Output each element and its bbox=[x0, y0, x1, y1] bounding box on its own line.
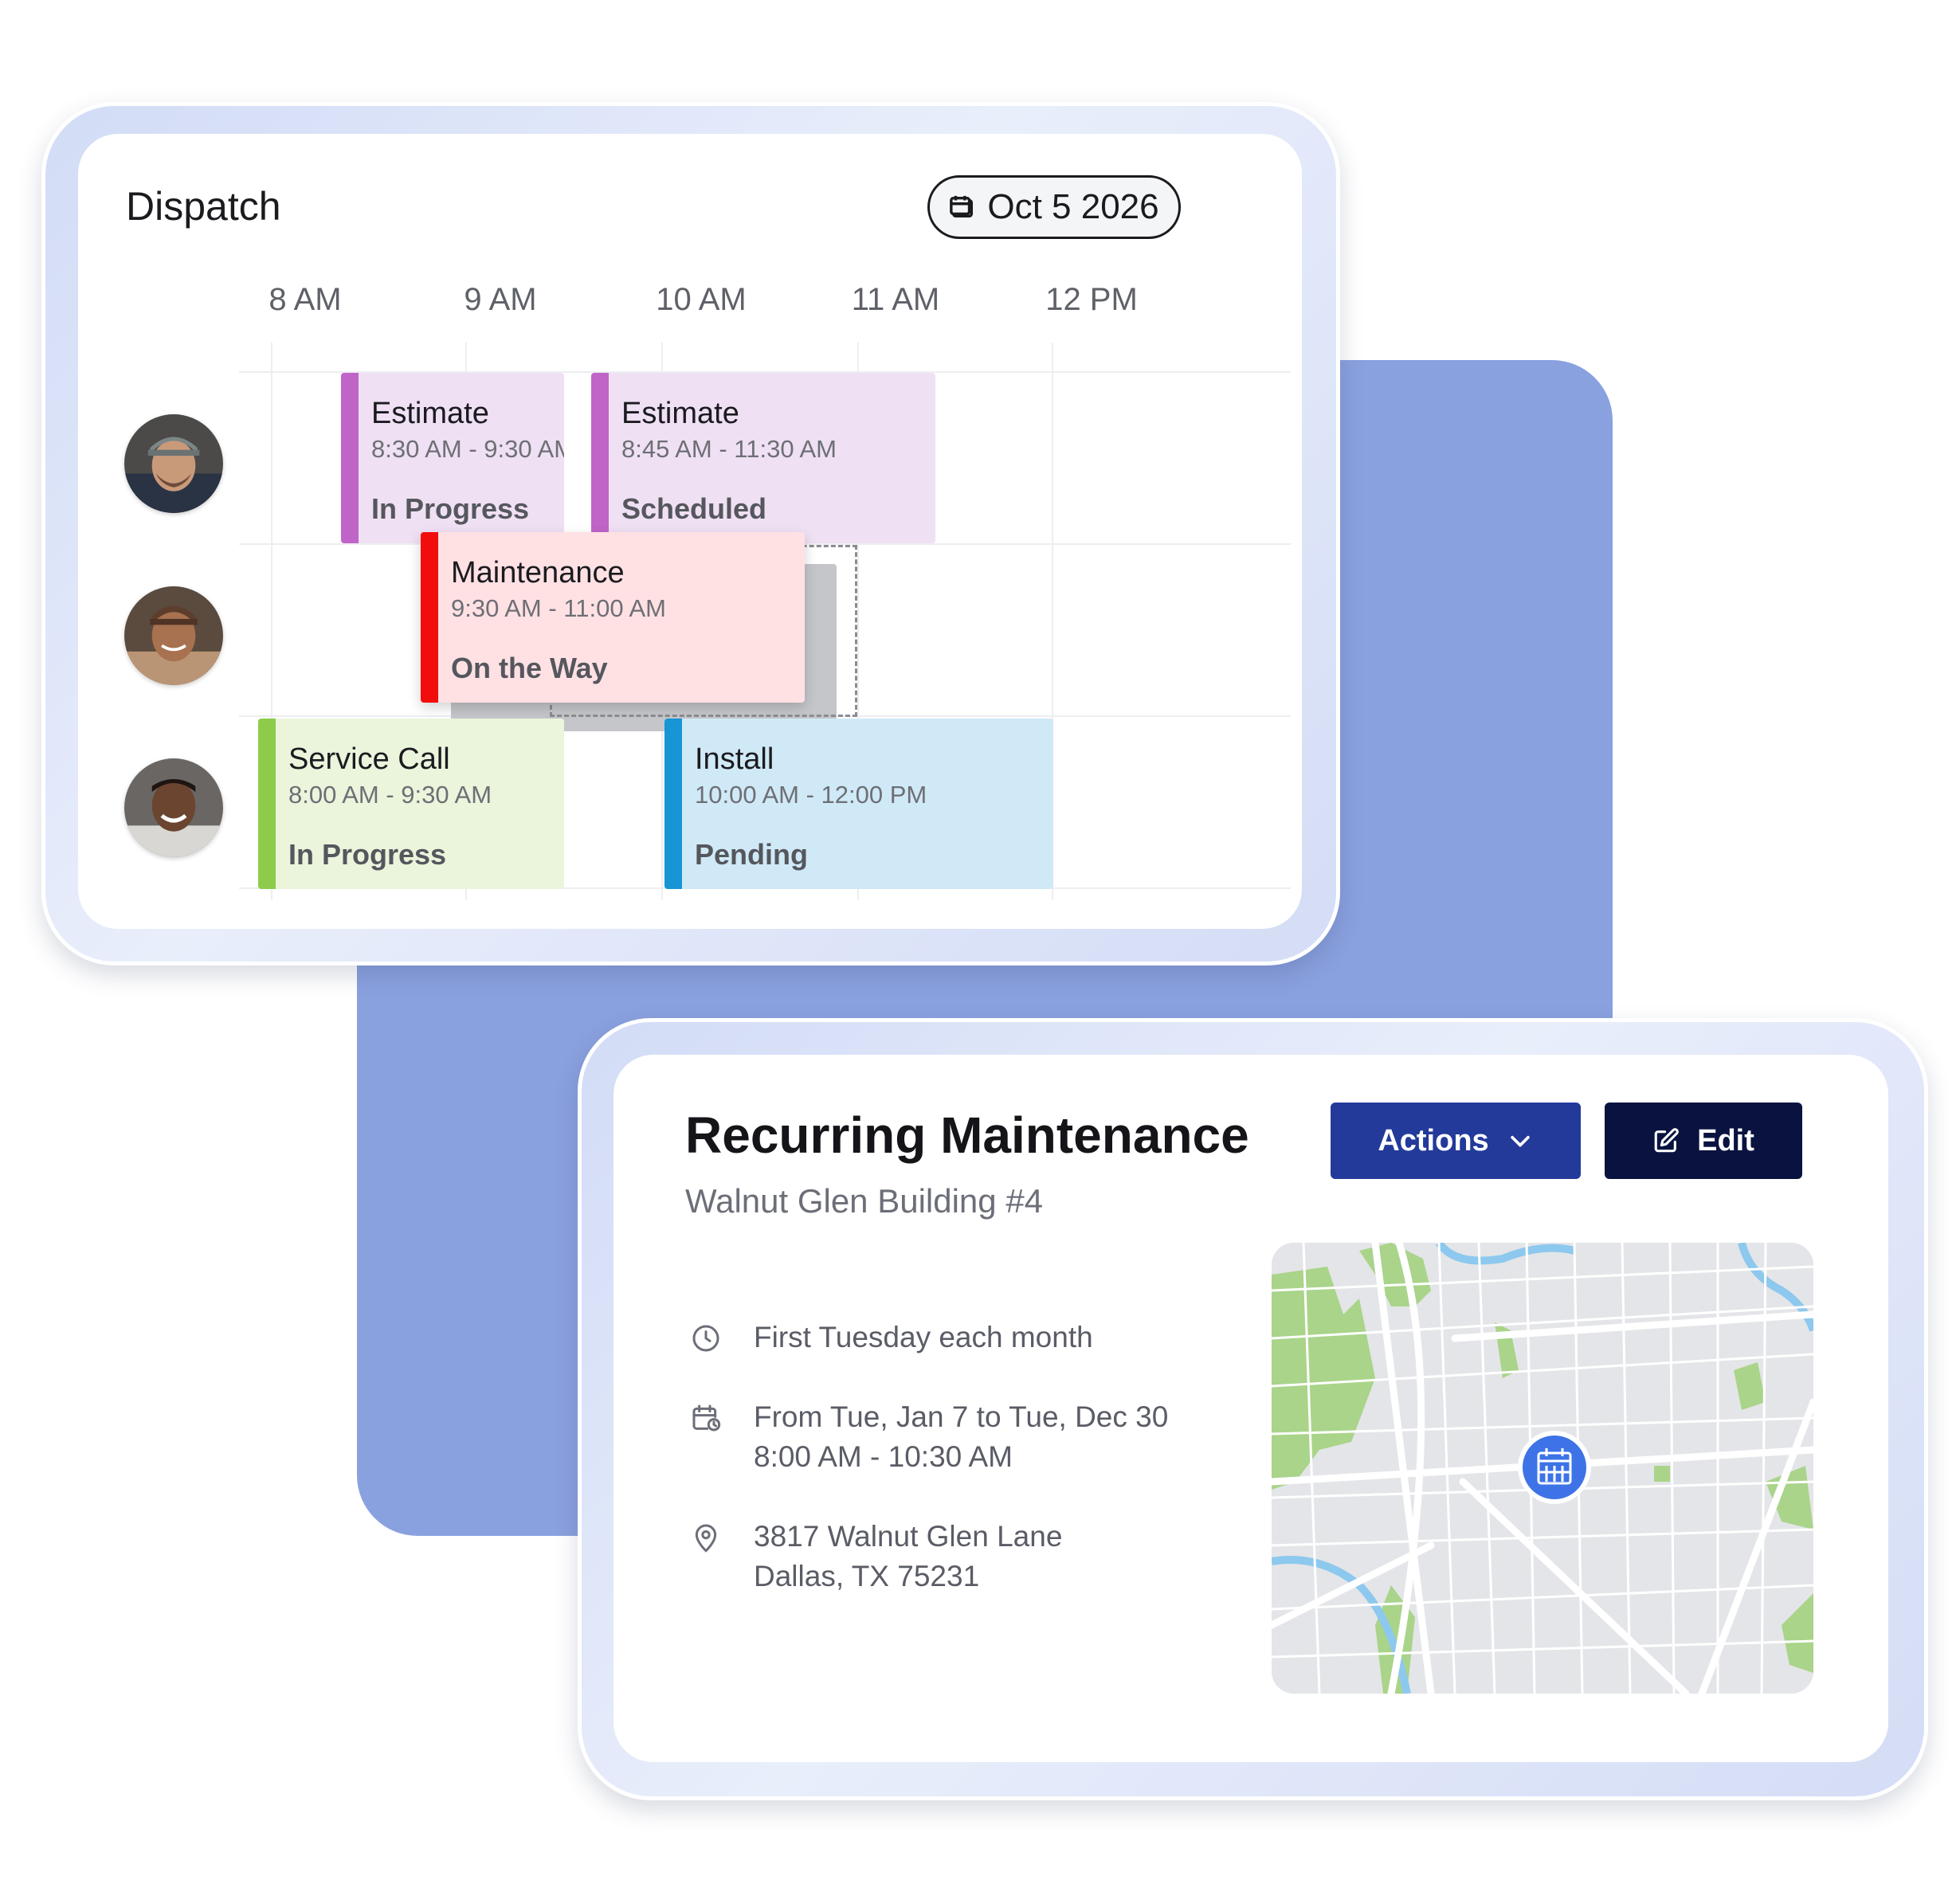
actions-label: Actions bbox=[1378, 1123, 1489, 1157]
event-status: Pending bbox=[695, 838, 808, 871]
event-status: In Progress bbox=[288, 838, 447, 871]
event-estimate-1[interactable]: Estimate 8:30 AM - 9:30 AM In Progress bbox=[341, 373, 564, 543]
event-title: Service Call bbox=[288, 742, 450, 776]
event-color-bar bbox=[664, 719, 682, 889]
event-title: Estimate bbox=[371, 397, 489, 430]
event-status: In Progress bbox=[371, 492, 530, 525]
event-service-call[interactable]: Service Call 8:00 AM - 9:30 AM In Progre… bbox=[258, 719, 564, 889]
address-line-1: 3817 Walnut Glen Lane bbox=[754, 1520, 1063, 1553]
calendar-icon bbox=[950, 195, 974, 218]
date-range-text: From Tue, Jan 7 to Tue, Dec 30 bbox=[754, 1400, 1169, 1433]
event-time: 10:00 AM - 12:00 PM bbox=[695, 781, 927, 809]
technician-avatar-2[interactable] bbox=[124, 586, 223, 685]
event-estimate-2[interactable]: Estimate 8:45 AM - 11:30 AM Scheduled bbox=[591, 373, 935, 543]
event-title: Estimate bbox=[621, 397, 739, 430]
time-label-10am: 10 AM bbox=[656, 282, 747, 317]
technician-avatar-1[interactable] bbox=[124, 414, 223, 513]
date-picker-button[interactable]: Oct 5 2026 bbox=[927, 175, 1181, 239]
recurring-maintenance-card: Recurring Maintenance Walnut Glen Buildi… bbox=[613, 1055, 1888, 1762]
time-label-9am: 9 AM bbox=[464, 282, 537, 317]
date-range-row: From Tue, Jan 7 to Tue, Dec 30 8:00 AM -… bbox=[690, 1397, 1168, 1477]
event-time: 8:30 AM - 9:30 AM bbox=[371, 435, 564, 463]
date-label: Oct 5 2026 bbox=[987, 187, 1159, 226]
actions-dropdown-button[interactable]: Actions bbox=[1331, 1103, 1581, 1179]
event-maintenance-dragging[interactable]: Maintenance 9:30 AM - 11:00 AM On the Wa… bbox=[421, 532, 805, 703]
event-time: 8:00 AM - 9:30 AM bbox=[288, 781, 492, 809]
edit-button[interactable]: Edit bbox=[1605, 1103, 1802, 1179]
address-line-2: Dallas, TX 75231 bbox=[754, 1560, 980, 1592]
location-pin-icon bbox=[695, 1524, 717, 1553]
event-color-bar bbox=[421, 532, 438, 703]
technician-avatar-3[interactable] bbox=[124, 758, 223, 857]
event-color-bar bbox=[341, 373, 359, 543]
job-title: Recurring Maintenance bbox=[685, 1107, 1249, 1164]
clock-icon bbox=[692, 1325, 719, 1352]
event-status: On the Way bbox=[451, 652, 608, 684]
job-location-name: Walnut Glen Building #4 bbox=[685, 1182, 1044, 1220]
dispatch-title: Dispatch bbox=[126, 184, 281, 229]
time-range-text: 8:00 AM - 10:30 AM bbox=[754, 1440, 1013, 1473]
event-color-bar bbox=[258, 719, 276, 889]
event-install[interactable]: Install 10:00 AM - 12:00 PM Pending bbox=[664, 719, 1053, 889]
edit-icon bbox=[1654, 1128, 1679, 1153]
time-label-12pm: 12 PM bbox=[1045, 282, 1138, 317]
schedule-text: First Tuesday each month bbox=[754, 1321, 1093, 1353]
schedule-row: First Tuesday each month bbox=[690, 1318, 1093, 1357]
time-label-8am: 8 AM bbox=[269, 282, 342, 317]
park-area bbox=[1654, 1466, 1670, 1482]
address-row: 3817 Walnut Glen Lane Dallas, TX 75231 bbox=[690, 1517, 1062, 1596]
dispatch-card: Dispatch Oct 5 2026 8 AM 9 AM 10 AM 11 A… bbox=[78, 134, 1302, 929]
time-label-11am: 11 AM bbox=[851, 282, 940, 317]
event-title: Install bbox=[695, 742, 774, 776]
calendar-clock-icon bbox=[692, 1404, 721, 1432]
chevron-down-icon bbox=[1510, 1135, 1530, 1147]
event-time: 9:30 AM - 11:00 AM bbox=[451, 594, 666, 622]
edit-label: Edit bbox=[1697, 1123, 1754, 1157]
event-title: Maintenance bbox=[451, 556, 625, 589]
location-map[interactable] bbox=[1272, 1243, 1813, 1694]
event-time: 8:45 AM - 11:30 AM bbox=[621, 435, 837, 463]
event-status: Scheduled bbox=[621, 492, 767, 525]
event-color-bar bbox=[591, 373, 609, 543]
